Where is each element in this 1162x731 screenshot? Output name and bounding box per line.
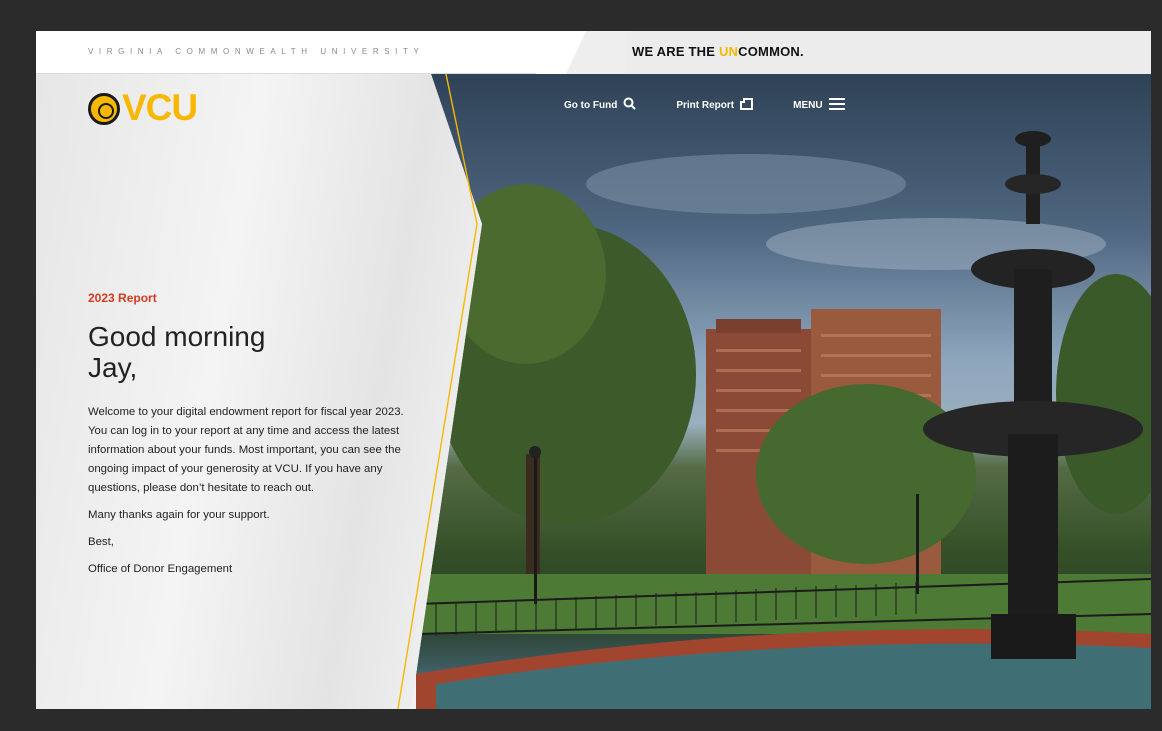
signature-text: Office of Donor Engagement	[88, 563, 233, 575]
search-icon	[623, 97, 637, 113]
hamburger-icon	[828, 97, 845, 113]
print-icon	[740, 97, 754, 113]
thanks-text: Many thanks again for your support.	[88, 509, 270, 521]
tagline-suffix: COMMON.	[738, 44, 804, 59]
tagline-highlight: UN	[718, 44, 739, 59]
welcome-body: Welcome to your digital endowment report…	[88, 406, 404, 494]
report-year-label: 2023 Report	[88, 291, 157, 305]
print-report-link[interactable]: Print Report	[676, 96, 754, 114]
print-report-label: Print Report	[676, 99, 735, 111]
greeting-line-1: Good morning	[88, 321, 266, 352]
greeting-line-2: Jay,	[88, 352, 138, 383]
menu-label: MENU	[793, 99, 823, 111]
go-to-fund-label: Go to Fund	[564, 99, 618, 111]
top-nav: Go to Fund Print Report MENU	[564, 96, 885, 114]
logo-wordmark: VCU	[122, 87, 198, 128]
vcu-logo[interactable]: VCU	[88, 87, 218, 131]
menu-button[interactable]: MENU	[793, 96, 845, 114]
signoff-text: Best,	[88, 536, 114, 548]
university-name: VIRGINIA COMMONWEALTH UNIVERSITY	[88, 47, 425, 56]
campus-fountain-photo	[416, 74, 1151, 709]
tagline-prefix: WE ARE THE	[632, 44, 719, 59]
welcome-message: 2023 Report Good morning Jay, Welcome to…	[88, 291, 408, 579]
photo-illustration	[416, 131, 1151, 709]
vcu-seal-icon	[88, 93, 120, 125]
hero: VCU Go to Fund Print Report MENU 2023 Re…	[36, 74, 1151, 709]
go-to-fund-link[interactable]: Go to Fund	[564, 96, 637, 114]
report-page: VIRGINIA COMMONWEALTH UNIVERSITY WE ARE …	[36, 31, 1151, 709]
top-banner: VIRGINIA COMMONWEALTH UNIVERSITY WE ARE …	[36, 31, 1151, 74]
tagline: WE ARE THE UNCOMMON.	[632, 44, 804, 59]
greeting-heading: Good morning Jay,	[88, 321, 408, 383]
banner-divider	[536, 31, 626, 74]
